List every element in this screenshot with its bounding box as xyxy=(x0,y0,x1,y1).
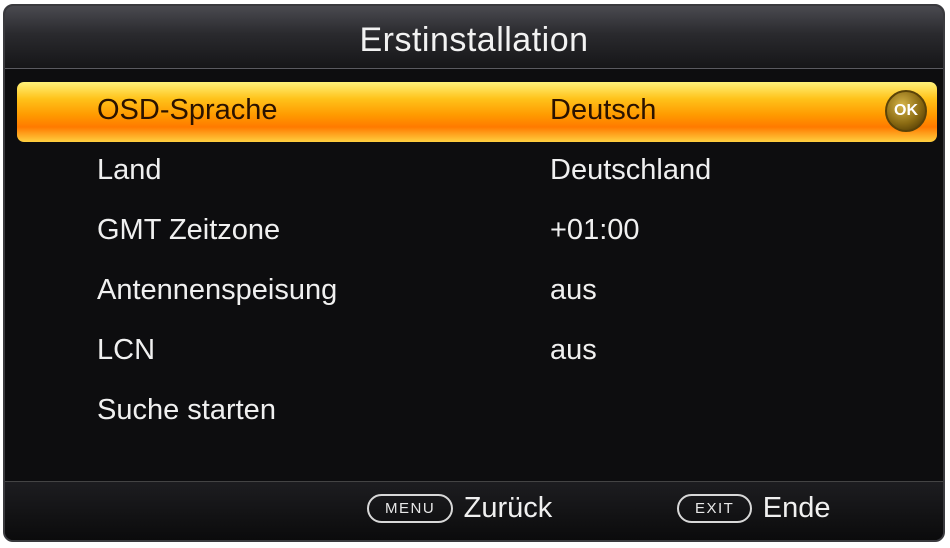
menu-row-osd-language[interactable]: OSD-Sprache Deutsch OK xyxy=(17,82,937,142)
installation-dialog: Erstinstallation OSD-Sprache Deutsch OK … xyxy=(3,4,945,542)
menu-row-timezone[interactable]: GMT Zeitzone +01:00 xyxy=(17,202,937,262)
dialog-title: Erstinstallation xyxy=(359,21,589,59)
menu-row-value: Deutschland xyxy=(550,154,712,186)
menu-key-icon: MENU xyxy=(367,494,454,523)
title-bar: Erstinstallation xyxy=(5,6,943,69)
menu-row-label: Antennenspeisung xyxy=(97,274,338,306)
menu-row-label: Suche starten xyxy=(97,394,276,426)
exit-hint[interactable]: EXIT Ende xyxy=(677,492,831,528)
exit-hint-label: Ende xyxy=(762,492,831,524)
menu-row-label: GMT Zeitzone xyxy=(97,214,281,246)
menu-hint-label: Zurück xyxy=(463,492,553,524)
menu-row-label: OSD-Sprache xyxy=(97,94,278,126)
menu-row-value: +01:00 xyxy=(550,214,640,246)
menu-row-start-search[interactable]: Suche starten xyxy=(17,382,937,442)
menu-hint[interactable]: MENU Zurück xyxy=(367,492,552,528)
footer-hints: MENU Zurück EXIT Ende xyxy=(5,481,943,540)
ok-icon-label: OK xyxy=(894,102,918,119)
menu-row-country[interactable]: Land Deutschland xyxy=(17,142,937,202)
ok-icon: OK xyxy=(885,90,927,132)
menu-row-label: LCN xyxy=(97,334,156,366)
settings-menu: OSD-Sprache Deutsch OK Land Deutschland … xyxy=(5,82,943,442)
menu-row-label: Land xyxy=(97,154,162,186)
exit-key-icon: EXIT xyxy=(677,494,753,523)
menu-row-value: Deutsch xyxy=(550,94,657,126)
menu-row-value: aus xyxy=(550,274,597,306)
menu-row-value: aus xyxy=(550,334,597,366)
menu-row-lcn[interactable]: LCN aus xyxy=(17,322,937,382)
menu-row-antenna-power[interactable]: Antennenspeisung aus xyxy=(17,262,937,322)
